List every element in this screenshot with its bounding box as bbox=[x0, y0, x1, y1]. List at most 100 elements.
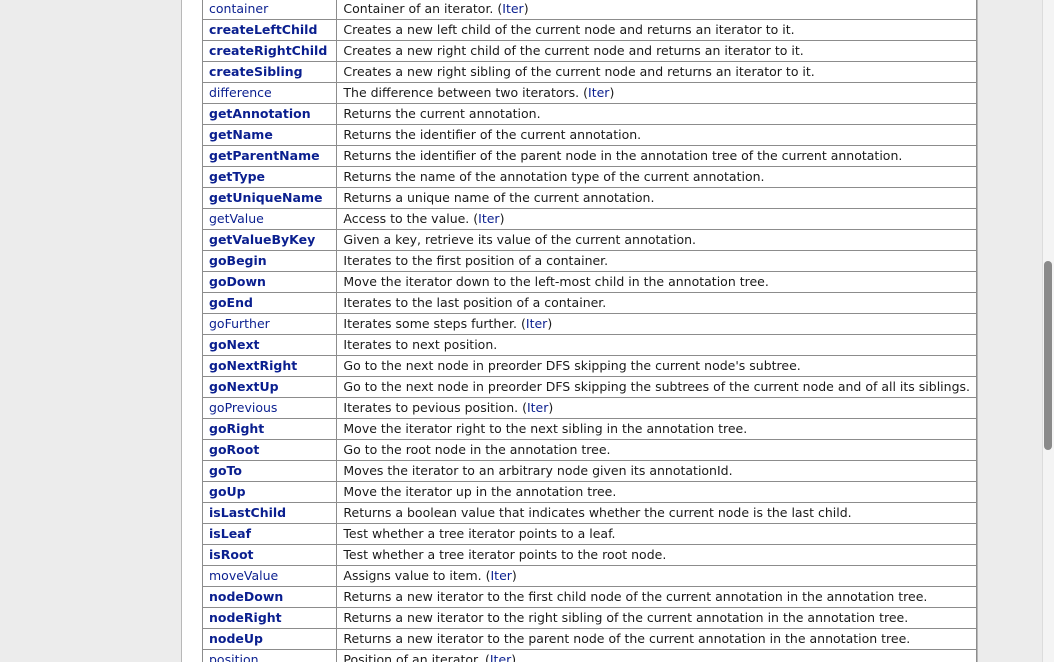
table-row: nodeRight Returns a new iterator to the r… bbox=[201, 607, 977, 629]
function-link[interactable]: getValueByKey bbox=[209, 232, 315, 247]
table-row: nodeDown Returns a new iterator to the fi… bbox=[201, 586, 977, 608]
function-link[interactable]: createSibling bbox=[209, 64, 303, 79]
function-link[interactable]: getType bbox=[209, 169, 265, 184]
function-link[interactable]: goDown bbox=[209, 274, 266, 289]
function-description: Test whether a tree iterator points to t… bbox=[343, 547, 667, 562]
table-row: goEnd Iterates to the last position of a … bbox=[201, 292, 977, 314]
inherited-from-link[interactable]: Iter bbox=[490, 652, 511, 662]
function-description-cell: The difference between two iterators. (I… bbox=[336, 82, 977, 104]
function-link[interactable]: moveValue bbox=[209, 568, 278, 583]
table-row: position Position of an iterator. (Iter) bbox=[201, 649, 977, 662]
table-row: getType Returns the name of the annotatio… bbox=[201, 166, 977, 188]
function-description: Creates a new right child of the current… bbox=[343, 43, 804, 58]
function-description: Move the iterator right to the next sibl… bbox=[343, 421, 748, 436]
left-sidebar bbox=[0, 0, 182, 662]
function-description-cell: Move the iterator right to the next sibl… bbox=[336, 418, 977, 440]
function-description-cell: Iterates to pevious position. (Iter) bbox=[336, 397, 977, 419]
paren-close: ) bbox=[523, 1, 529, 16]
function-link[interactable]: nodeUp bbox=[209, 631, 263, 646]
function-link[interactable]: container bbox=[209, 1, 268, 16]
function-link[interactable]: getValue bbox=[209, 211, 264, 226]
function-link[interactable]: goFurther bbox=[209, 316, 270, 331]
function-description-cell: Access to the value. (Iter) bbox=[336, 208, 977, 230]
function-name-cell: goNext bbox=[201, 334, 338, 356]
function-link[interactable]: getAnnotation bbox=[209, 106, 311, 121]
table-row: getName Returns the identifier of the cur… bbox=[201, 124, 977, 146]
function-description-cell: Move the iterator down to the left-most … bbox=[336, 271, 977, 293]
function-link[interactable]: goBegin bbox=[209, 253, 267, 268]
function-description: Go to the root node in the annotation tr… bbox=[343, 442, 611, 457]
function-link[interactable]: nodeRight bbox=[209, 610, 282, 625]
inherited-from-link[interactable]: Iter bbox=[502, 1, 523, 16]
function-link[interactable]: goRight bbox=[209, 421, 264, 436]
function-description-cell: Iterates some steps further. (Iter) bbox=[336, 313, 977, 335]
function-link[interactable]: nodeDown bbox=[209, 589, 283, 604]
function-name-cell: position bbox=[201, 649, 338, 662]
inherited-from-link[interactable]: Iter bbox=[588, 85, 609, 100]
table-row: createLeftChild Creates a new left child … bbox=[201, 19, 977, 41]
function-link[interactable]: difference bbox=[209, 85, 272, 100]
function-link[interactable]: position bbox=[209, 652, 259, 662]
function-description: Access to the value. bbox=[343, 211, 474, 226]
function-link[interactable]: isRoot bbox=[209, 547, 254, 562]
function-description: Returns the identifier of the parent nod… bbox=[343, 148, 903, 163]
function-name-cell: getValue bbox=[201, 208, 338, 230]
function-name-cell: goRight bbox=[201, 418, 338, 440]
function-link[interactable]: goEnd bbox=[209, 295, 253, 310]
function-link[interactable]: goNext bbox=[209, 337, 260, 352]
function-link[interactable]: goRoot bbox=[209, 442, 259, 457]
function-link[interactable]: goTo bbox=[209, 463, 242, 478]
paren-close: ) bbox=[511, 568, 517, 583]
function-description-cell: Returns the identifier of the current an… bbox=[336, 124, 977, 146]
function-name-cell: moveValue bbox=[201, 565, 338, 587]
function-link[interactable]: goNextRight bbox=[209, 358, 297, 373]
function-description: Iterates some steps further. bbox=[343, 316, 521, 331]
table-row: isLeaf Test whether a tree iterator point… bbox=[201, 523, 977, 545]
function-description-cell: Returns a boolean value that indicates w… bbox=[336, 502, 977, 524]
table-row: goTo Moves the iterator to an arbitrary n… bbox=[201, 460, 977, 482]
function-link[interactable]: createRightChild bbox=[209, 43, 327, 58]
function-name-cell: nodeUp bbox=[201, 628, 338, 650]
function-description-cell: Creates a new right child of the current… bbox=[336, 40, 977, 62]
function-link[interactable]: getName bbox=[209, 127, 273, 142]
function-description-cell: Returns the name of the annotation type … bbox=[336, 166, 977, 188]
function-link[interactable]: goNextUp bbox=[209, 379, 279, 394]
function-link[interactable]: isLastChild bbox=[209, 505, 286, 520]
table-row: goBegin Iterates to the first position of… bbox=[201, 250, 977, 272]
inherited-from-link[interactable]: Iter bbox=[527, 400, 548, 415]
inherited-from-link[interactable]: Iter bbox=[526, 316, 547, 331]
function-description-cell: Given a key, retrieve its value of the c… bbox=[336, 229, 977, 251]
function-description-cell: Returns the identifier of the parent nod… bbox=[336, 145, 977, 167]
table-row: goFurther Iterates some steps further. (I… bbox=[201, 313, 977, 335]
function-name-cell: getUniqueName bbox=[201, 187, 338, 209]
function-description-cell: Returns a unique name of the current ann… bbox=[336, 187, 977, 209]
table-row: nodeUp Returns a new iterator to the pare… bbox=[201, 628, 977, 650]
function-name-cell: goTo bbox=[201, 460, 338, 482]
table-row: goPrevious Iterates to pevious position. … bbox=[201, 397, 977, 419]
function-link[interactable]: isLeaf bbox=[209, 526, 251, 541]
function-link[interactable]: goUp bbox=[209, 484, 246, 499]
table-row: getUniqueName Returns a unique name of th… bbox=[201, 187, 977, 209]
function-link[interactable]: createLeftChild bbox=[209, 22, 317, 37]
function-name-cell: goDown bbox=[201, 271, 338, 293]
function-description: Given a key, retrieve its value of the c… bbox=[343, 232, 696, 247]
function-name-cell: getParentName bbox=[201, 145, 338, 167]
function-description: Returns a new iterator to the right sibl… bbox=[343, 610, 909, 625]
function-link[interactable]: goPrevious bbox=[209, 400, 277, 415]
function-description-cell: Returns the current annotation. bbox=[336, 103, 977, 125]
function-name-cell: container bbox=[201, 0, 338, 20]
function-link[interactable]: getUniqueName bbox=[209, 190, 322, 205]
table-row: goRight Move the iterator right to the ne… bbox=[201, 418, 977, 440]
table-row: goNext Iterates to next position. bbox=[201, 334, 977, 356]
function-description-cell: Returns a new iterator to the first chil… bbox=[336, 586, 977, 608]
inherited-from-link[interactable]: Iter bbox=[491, 568, 512, 583]
inherited-from-link[interactable]: Iter bbox=[478, 211, 499, 226]
scrollbar-thumb[interactable] bbox=[1044, 261, 1052, 450]
function-name-cell: goRoot bbox=[201, 439, 338, 461]
function-description: Creates a new right sibling of the curre… bbox=[343, 64, 815, 79]
function-link[interactable]: getParentName bbox=[209, 148, 320, 163]
table-row: goRoot Go to the root node in the annotat… bbox=[201, 439, 977, 461]
function-description-cell: Move the iterator up in the annotation t… bbox=[336, 481, 977, 503]
function-description: Iterates to pevious position. bbox=[343, 400, 523, 415]
function-description-cell: Test whether a tree iterator points to t… bbox=[336, 544, 977, 566]
